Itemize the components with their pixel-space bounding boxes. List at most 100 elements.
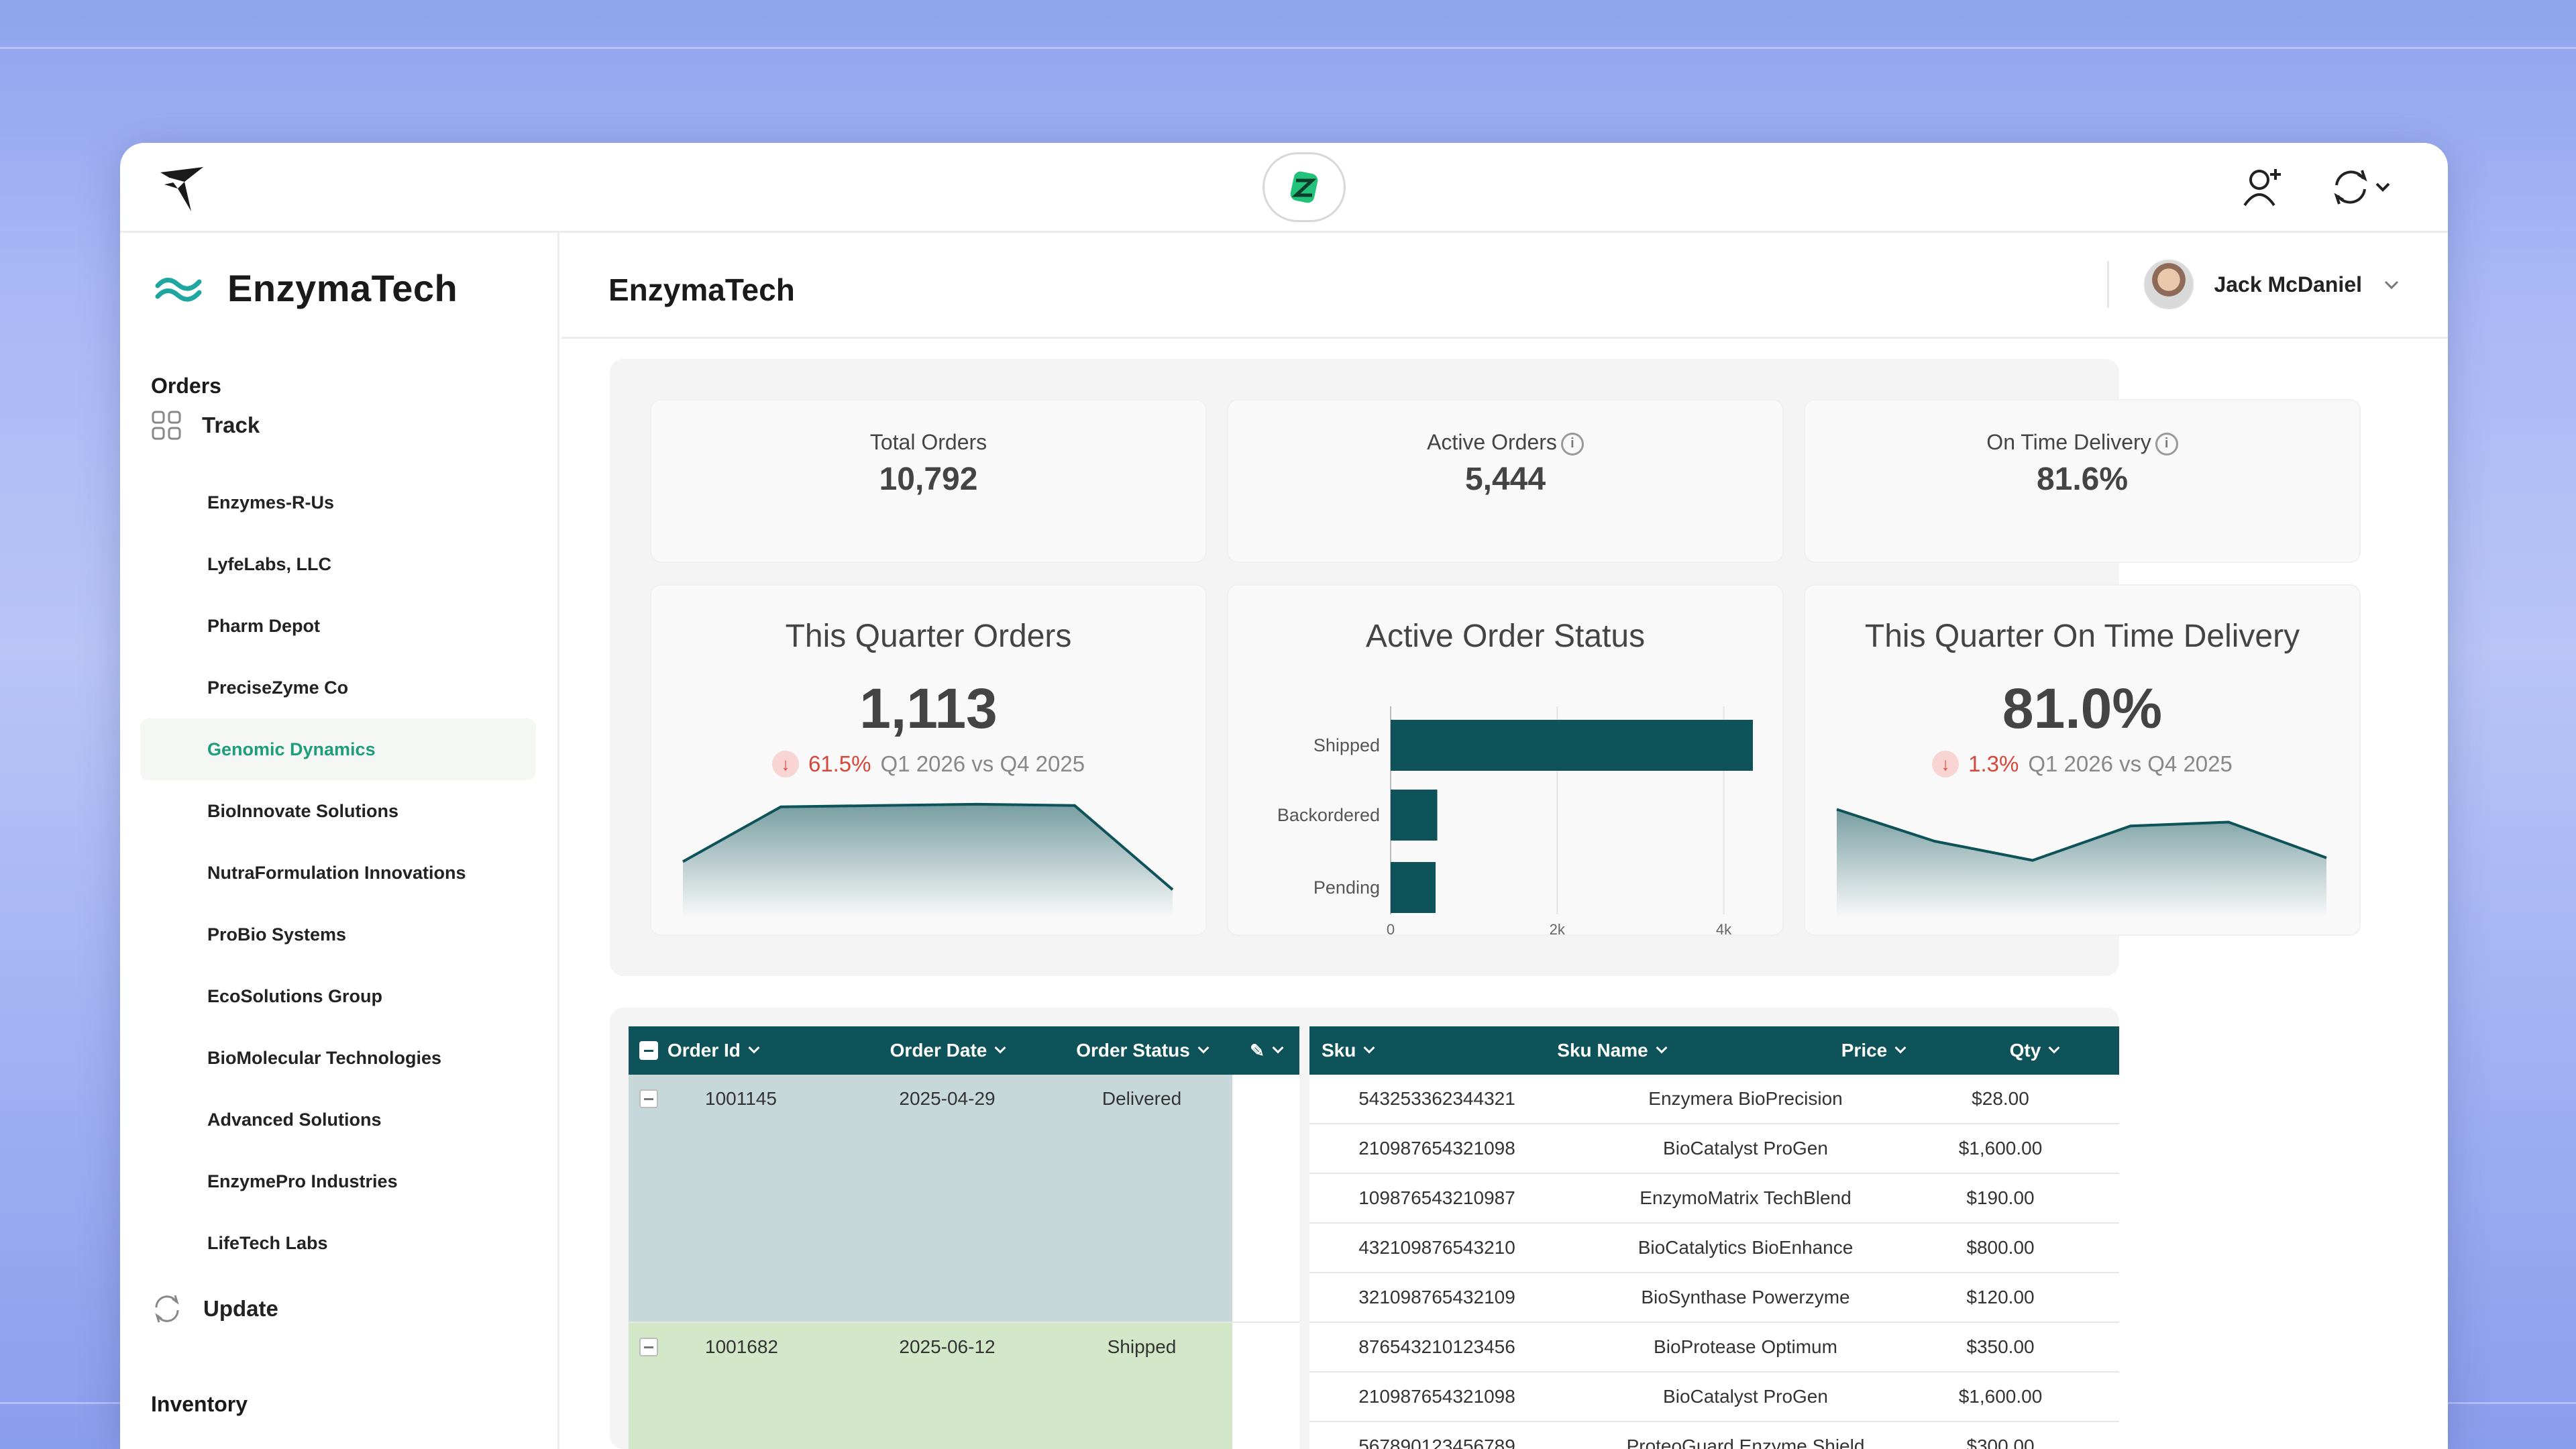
sidebar-item[interactable]: NutraFormulation Innovations <box>140 842 536 904</box>
order-status: Shipped <box>1107 1336 1177 1357</box>
tick-label: 4k <box>1716 921 1732 934</box>
grid-icon <box>152 411 181 440</box>
order-id-cell: 1001682 <box>629 1336 843 1358</box>
kpi-on-time-delivery: On Time Delivery i 81.6% <box>1805 400 2359 561</box>
app-badge-icon <box>1290 171 1318 203</box>
sidebar-item[interactable]: Pharm Depot <box>140 595 536 657</box>
col-header[interactable]: Qty <box>1960 1040 2108 1061</box>
chart-delta: ↓ 61.5% Q1 2026 vs Q4 2025 <box>651 751 1205 777</box>
sidebar: EnzymaTech Orders Track Enzymes-R-Us Lyfe… <box>120 233 559 1449</box>
order-id: 1001682 <box>705 1336 779 1357</box>
bar[interactable] <box>1391 720 1753 771</box>
app-window: EnzymaTech Orders Track Enzymes-R-Us Lyfe… <box>120 143 2448 1449</box>
order-group[interactable]: 1001145 2025-04-29 Delivered <box>629 1075 1299 1323</box>
cell-name: BioCatalyst ProGen <box>1663 1138 1828 1159</box>
table-row[interactable]: 210987654321098 BioCatalyst ProGen $1,600.… <box>1309 1124 2119 1174</box>
chart-card-quarter-orders: This Quarter Orders 1,113 ↓ 61.5% Q1 2026 vs… <box>651 586 1205 934</box>
edit-column-header[interactable]: ✎ <box>1232 1040 1299 1061</box>
col-header[interactable]: Price <box>1786 1040 1960 1061</box>
sidebar-item[interactable]: Enzymes-R-Us <box>140 472 536 533</box>
edit-cell[interactable] <box>1232 1323 1299 1449</box>
bird-logo-icon[interactable] <box>155 162 209 215</box>
chart-title: Active Order Status <box>1365 619 1646 654</box>
order-group[interactable]: 1001682 2025-06-12 Shipped <box>629 1323 1299 1449</box>
add-user-icon[interactable] <box>2237 162 2288 213</box>
collapse-checkbox[interactable] <box>639 1089 658 1108</box>
cell-name: EnzymoMatrix TechBlend <box>1640 1187 1851 1208</box>
orders-table-panel: Order Id Order Date Order Status ✎ 1001145 20… <box>610 1008 2119 1449</box>
info-icon[interactable]: i <box>2155 432 2178 455</box>
col-label: Order Date <box>890 1040 987 1061</box>
app-badge-button[interactable] <box>1263 152 1346 222</box>
table-row[interactable]: 109876543210987 EnzymoMatrix TechBlend $19… <box>1309 1174 2119 1224</box>
col-header[interactable]: Order Status <box>1051 1040 1232 1061</box>
bar[interactable] <box>1391 862 1436 913</box>
edit-cell[interactable] <box>1232 1075 1299 1322</box>
col-header[interactable]: Order Date <box>843 1040 1051 1061</box>
orders-table-header: Order Id Order Date Order Status ✎ <box>629 1026 1299 1075</box>
sidebar-item[interactable]: Genomic Dynamics <box>140 718 536 780</box>
sidebar-item[interactable]: LyfeLabs, LLC <box>140 533 536 595</box>
order-row[interactable]: 1001145 2025-04-29 Delivered <box>629 1075 1232 1322</box>
sidebar-item[interactable]: Advanced Solutions <box>140 1089 536 1150</box>
order-date: 2025-06-12 <box>899 1336 996 1357</box>
table-row[interactable]: 543253362344321 Enzymera BioPrecision $28.… <box>1309 1075 2119 1124</box>
col-header[interactable]: Sku <box>1309 1040 1437 1061</box>
orders-section-title: Orders <box>151 374 221 398</box>
cell-sku: 543253362344321 <box>1358 1088 1515 1109</box>
delta-compare: Q1 2026 vs Q4 2025 <box>2028 751 2233 776</box>
tick-label: 2k <box>1550 921 1566 934</box>
kpi-total-orders: Total Orders 10,792 <box>651 400 1205 561</box>
col-label: Order Id <box>667 1040 741 1061</box>
table-row[interactable]: 876543210123456 BioProtease Optimum $350.0… <box>1309 1323 2119 1373</box>
collapse-checkbox[interactable] <box>639 1338 658 1356</box>
cell-price: $120.00 <box>1966 1287 2035 1307</box>
brand-wave-icon <box>155 277 202 301</box>
table-row[interactable]: 210987654321098 BioCatalyst ProGen $1,600.… <box>1309 1373 2119 1422</box>
sidebar-item[interactable]: EcoSolutions Group <box>140 965 536 1027</box>
nav-update[interactable]: Update <box>151 1293 278 1325</box>
sidebar-item[interactable]: ProBio Systems <box>140 904 536 965</box>
table-row[interactable]: 321098765432109 BioSynthase Powerzyme $120… <box>1309 1273 2119 1323</box>
sidebar-item[interactable]: BioInnovate Solutions <box>140 780 536 842</box>
sidebar-item[interactable]: PreciseZyme Co <box>140 657 536 718</box>
main-header: EnzymaTech Jack McDaniel <box>561 233 2448 339</box>
col-order-id[interactable]: Order Id <box>629 1040 843 1061</box>
chart-delta: ↓ 1.3% Q1 2026 vs Q4 2025 <box>1805 751 2359 777</box>
sync-menu[interactable] <box>2320 162 2401 213</box>
cell-price: $28.00 <box>1972 1088 2029 1109</box>
nav-track[interactable]: Track <box>151 410 260 441</box>
order-row[interactable]: 1001682 2025-06-12 Shipped <box>629 1323 1232 1449</box>
orders-table: Order Id Order Date Order Status ✎ 1001145 20… <box>629 1026 1299 1449</box>
cell-sku: 567890123456789 <box>1358 1436 1515 1449</box>
order-id: 1001145 <box>705 1088 777 1109</box>
chevron-down-icon <box>2048 1042 2060 1054</box>
kpi-value: 81.6% <box>2036 462 2129 497</box>
col-header[interactable]: Subtotal <box>2108 1040 2119 1061</box>
kpi-active-orders: Active Orders i 5,444 <box>1228 400 1782 561</box>
pencil-icon: ✎ <box>1250 1040 1265 1061</box>
col-header[interactable]: Sku Name <box>1437 1040 1786 1061</box>
kpi-label: Active Orders <box>1427 430 1557 454</box>
chart-title: This Quarter On Time Delivery <box>1864 619 2300 654</box>
cell-qty: 3 <box>2074 1237 2119 1258</box>
refresh-icon <box>155 1295 179 1323</box>
col-label: Order Status <box>1076 1040 1190 1061</box>
brand[interactable]: EnzymaTech <box>155 266 458 310</box>
dashboard-panel: Total Orders 10,792 Active Orders i 5,444… <box>610 359 2359 976</box>
table-row[interactable]: 567890123456789 ProteoGuard Enzyme Shield… <box>1309 1422 2119 1449</box>
sidebar-item[interactable]: EnzymePro Industries <box>140 1150 536 1212</box>
chevron-down-icon <box>748 1042 760 1054</box>
table-row[interactable]: 432109876543210 BioCatalytics BioEnhance $… <box>1309 1224 2119 1273</box>
cell-name: BioSynthase Powerzyme <box>1641 1287 1850 1307</box>
sidebar-item[interactable]: BioMolecular Technologies <box>140 1027 536 1089</box>
cell-qty: 4 <box>2074 1187 2119 1209</box>
info-icon[interactable]: i <box>1560 432 1584 455</box>
category-label: Backordered <box>1277 805 1380 825</box>
select-all-checkbox[interactable] <box>639 1041 658 1060</box>
col-label: Price <box>1841 1040 1888 1061</box>
sidebar-item[interactable]: LifeTech Labs <box>140 1212 536 1274</box>
user-menu[interactable]: Jack McDaniel <box>2107 260 2401 309</box>
customer-list: Enzymes-R-Us LyfeLabs, LLC Pharm Depot Prec… <box>140 472 536 1274</box>
bar[interactable] <box>1391 790 1438 841</box>
